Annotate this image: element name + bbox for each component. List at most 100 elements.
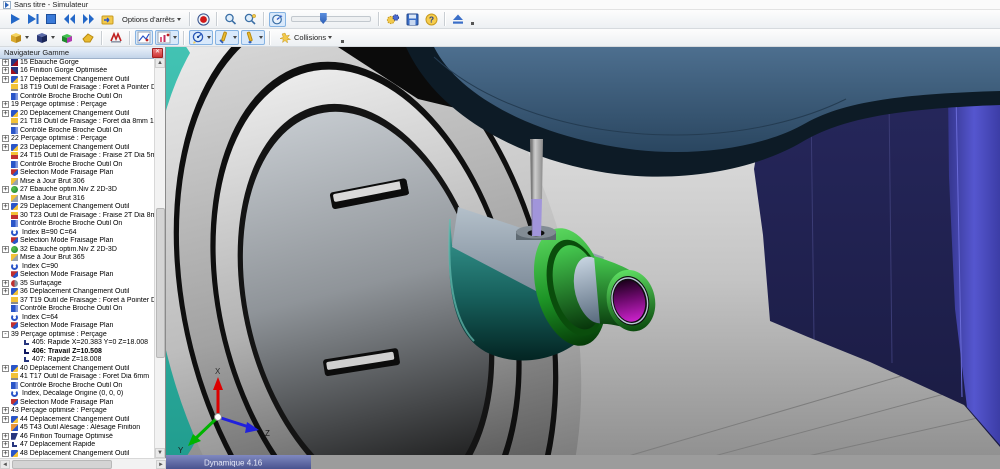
expand-toggle[interactable]: + bbox=[2, 101, 9, 108]
zoom-selection-button[interactable] bbox=[241, 12, 259, 27]
tree-item[interactable]: +46 Finition Tournage Optimisé bbox=[0, 432, 154, 441]
expand-toggle[interactable]: + bbox=[2, 280, 9, 287]
tree-item[interactable]: +20 Déplacement Changement Outil bbox=[0, 109, 154, 118]
graph-analysis-button[interactable] bbox=[155, 30, 179, 45]
rewind-button[interactable] bbox=[61, 12, 78, 27]
machine-housing-button[interactable] bbox=[107, 30, 125, 45]
tree-item[interactable]: Contrôle Broche Broche Outil On bbox=[0, 126, 154, 135]
tree-item[interactable]: Selection Mode Fraisage Plan bbox=[0, 271, 154, 280]
stop-button[interactable] bbox=[43, 12, 59, 27]
tool-inspect-button[interactable] bbox=[215, 30, 239, 45]
tree-item[interactable]: Contrôle Broche Broche Outil On bbox=[0, 305, 154, 314]
fast-forward-button[interactable] bbox=[80, 12, 97, 27]
speed-mode-button[interactable] bbox=[269, 12, 286, 27]
tree-item[interactable]: 41 T17 Outil de Fraisage : Foret Dia 6mm bbox=[0, 373, 154, 382]
eject-button[interactable] bbox=[450, 12, 466, 27]
tree-item[interactable]: +47 Déplacement Rapide bbox=[0, 441, 154, 450]
options-arrets-button[interactable]: Options d'arrêts bbox=[117, 11, 186, 28]
expand-toggle[interactable]: + bbox=[2, 67, 9, 74]
expand-toggle[interactable]: + bbox=[2, 203, 9, 210]
expand-toggle[interactable]: + bbox=[2, 433, 9, 440]
tree-item[interactable]: 37 T19 Outil de Fraisage : Foret à Point… bbox=[0, 296, 154, 305]
expand-toggle[interactable]: + bbox=[2, 407, 9, 414]
play-button[interactable] bbox=[7, 12, 23, 27]
tree-item[interactable]: 24 T15 Outil de Fraisage : Fraise 2T Dia… bbox=[0, 152, 154, 161]
collisions-button[interactable]: Collisions bbox=[274, 29, 337, 46]
tree-item[interactable]: +29 Déplacement Changement Outil bbox=[0, 203, 154, 212]
tree-item[interactable]: Selection Mode Fraisage Plan bbox=[0, 169, 154, 178]
tree-item[interactable]: Mise à Jour Brut 365 bbox=[0, 254, 154, 263]
speed-slider[interactable] bbox=[291, 16, 371, 22]
tree-item[interactable]: +22 Perçage optimisé : Perçage bbox=[0, 135, 154, 144]
tree-item[interactable]: +23 Déplacement Changement Outil bbox=[0, 143, 154, 152]
expand-toggle[interactable]: + bbox=[2, 186, 9, 193]
tree-item[interactable]: Mise à Jour Brut 316 bbox=[0, 194, 154, 203]
expand-toggle[interactable]: + bbox=[2, 288, 9, 295]
tree-item[interactable]: +36 Déplacement Changement Outil bbox=[0, 288, 154, 297]
stock-display-button[interactable] bbox=[7, 30, 31, 45]
tree-item[interactable]: Selection Mode Fraisage Plan bbox=[0, 322, 154, 331]
close-icon[interactable]: ✕ bbox=[152, 48, 163, 58]
tree-item[interactable]: Contrôle Broche Broche Outil On bbox=[0, 160, 154, 169]
vertical-scrollbar[interactable]: ▲ ▼ bbox=[154, 58, 165, 458]
tree-item[interactable]: +32 Ebauche optim.Niv Z 2D-3D bbox=[0, 245, 154, 254]
tree-item[interactable]: +35 Surfaçage bbox=[0, 279, 154, 288]
tree-item[interactable]: 30 T23 Outil de Fraisage : Fraise 2T Dia… bbox=[0, 211, 154, 220]
tree-item[interactable]: 18 T19 Outil de Fraisage : Foret à Point… bbox=[0, 84, 154, 93]
tree-item[interactable]: 406: Travail Z=10.508 bbox=[0, 347, 154, 356]
tree-item[interactable]: -39 Perçage optimisé : Perçage bbox=[0, 330, 154, 339]
tree-item[interactable]: Contrôle Broche Broche Outil On bbox=[0, 92, 154, 101]
tree-item[interactable]: +19 Perçage optimisé : Perçage bbox=[0, 101, 154, 110]
expand-toggle[interactable]: + bbox=[2, 59, 9, 66]
machine-display-button[interactable] bbox=[33, 30, 57, 45]
expand-toggle[interactable]: + bbox=[2, 441, 9, 448]
zoom-out-button[interactable] bbox=[222, 12, 239, 27]
horizontal-scrollbar[interactable]: ◄ ► bbox=[0, 458, 166, 469]
graph-line-button[interactable] bbox=[135, 30, 153, 45]
expand-toggle[interactable]: + bbox=[2, 416, 9, 423]
speed-slider-thumb[interactable] bbox=[320, 13, 327, 24]
toolbar-overflow[interactable] bbox=[471, 22, 474, 25]
tree-item[interactable]: Index C=90 bbox=[0, 262, 154, 271]
reset-simulation-button[interactable] bbox=[99, 12, 116, 27]
scroll-right-icon[interactable]: ► bbox=[156, 460, 166, 469]
tree-item[interactable]: 407: Rapide Z=18.008 bbox=[0, 356, 154, 365]
tree-item[interactable]: +40 Déplacement Changement Outil bbox=[0, 364, 154, 373]
help-button[interactable]: ? bbox=[423, 12, 440, 27]
measure-button[interactable] bbox=[189, 30, 213, 45]
record-button[interactable] bbox=[195, 12, 212, 27]
expand-toggle[interactable]: + bbox=[2, 246, 9, 253]
scroll-left-icon[interactable]: ◄ bbox=[0, 460, 10, 469]
viewport-3d[interactable]: X Y Z Dynamique 4.16 bbox=[166, 47, 1000, 469]
play-to-stop-button[interactable] bbox=[25, 12, 41, 27]
tree-item[interactable]: Contrôle Broche Broche Outil On bbox=[0, 220, 154, 229]
expand-toggle[interactable]: + bbox=[2, 144, 9, 151]
tree-item[interactable]: Index B=90 C=64 bbox=[0, 228, 154, 237]
compare-stock-button[interactable] bbox=[59, 30, 77, 45]
tree-item[interactable]: Mise à Jour Brut 306 bbox=[0, 177, 154, 186]
tree-item[interactable]: +15 Ebauche Gorge bbox=[0, 58, 154, 67]
tree-item[interactable]: 21 T18 Outil de Fraisage : Foret dia 8mm… bbox=[0, 118, 154, 127]
tool-inspect-alt-button[interactable] bbox=[241, 30, 265, 45]
tree-item[interactable]: Index, Décalage Origine (0, 0, 0) bbox=[0, 390, 154, 399]
tree-item[interactable]: 45 T43 Outil Alésage : Alésage Finition bbox=[0, 424, 154, 433]
tree-item[interactable]: Selection Mode Fraisage Plan bbox=[0, 237, 154, 246]
scroll-up-icon[interactable]: ▲ bbox=[155, 58, 165, 68]
tree-item[interactable]: Index C=64 bbox=[0, 313, 154, 322]
save-button[interactable] bbox=[404, 12, 421, 27]
app-icon[interactable] bbox=[3, 1, 11, 9]
expand-toggle[interactable]: + bbox=[2, 76, 9, 83]
tree-item[interactable]: 405: Rapide X=20.383 Y=0 Z=18.008 bbox=[0, 339, 154, 348]
tree-item[interactable]: +16 Finition Gorge Optimisée bbox=[0, 67, 154, 76]
expand-toggle[interactable]: + bbox=[2, 450, 9, 457]
tree-item[interactable]: +43 Perçage optimisé : Perçage bbox=[0, 407, 154, 416]
scrollbar-thumb[interactable] bbox=[156, 208, 165, 358]
scroll-down-icon[interactable]: ▼ bbox=[155, 448, 165, 458]
tree-item[interactable]: +44 Déplacement Changement Outil bbox=[0, 415, 154, 424]
expand-toggle[interactable]: + bbox=[2, 135, 9, 142]
scrollbar-thumb[interactable] bbox=[12, 460, 112, 469]
machining-settings-button[interactable] bbox=[384, 12, 402, 27]
expand-toggle[interactable]: + bbox=[2, 110, 9, 117]
toolbar-overflow[interactable] bbox=[341, 40, 344, 43]
tree-item[interactable]: +48 Déplacement Changement Outil bbox=[0, 449, 154, 458]
